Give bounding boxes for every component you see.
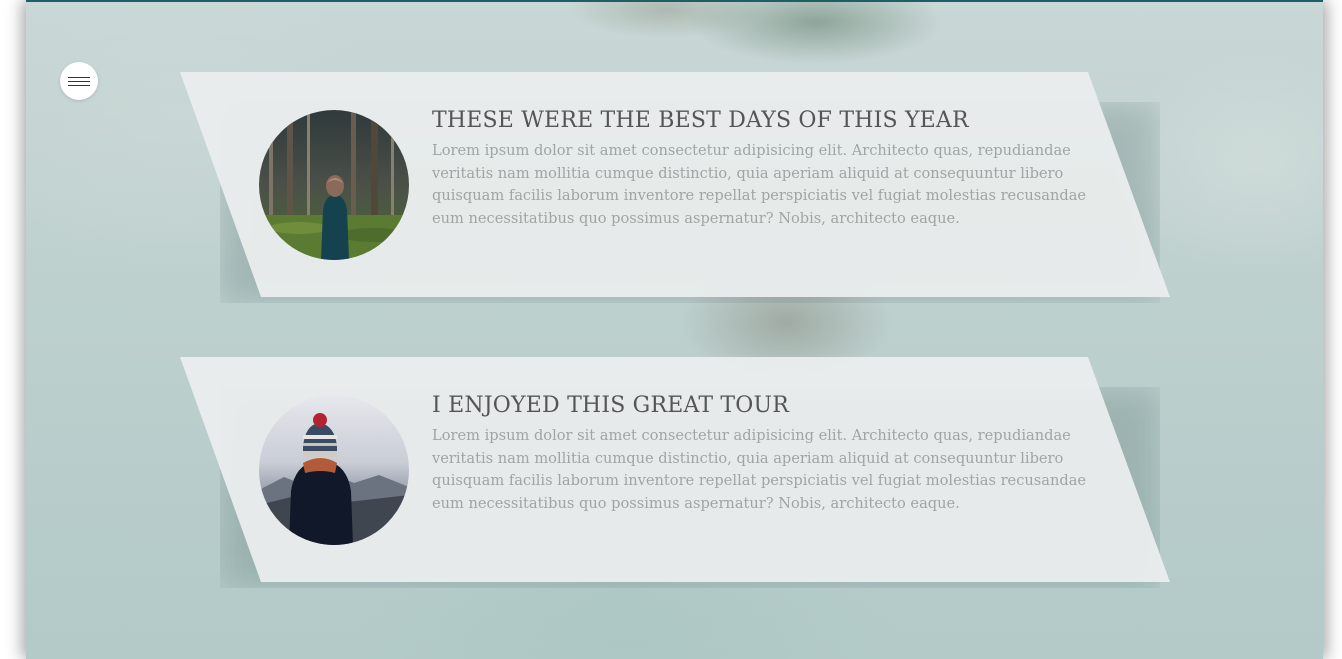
person-in-forest-photo <box>259 110 409 260</box>
post-title: THESE WERE THE BEST DAYS OF THIS YEAR <box>432 108 969 133</box>
post-card: I ENJOYED THIS GREAT TOUR Lorem ipsum do… <box>180 357 1170 588</box>
person-in-winter-hat-photo <box>259 395 409 545</box>
post-photo <box>259 395 409 545</box>
post-card: THESE WERE THE BEST DAYS OF THIS YEAR Lo… <box>180 72 1170 303</box>
post-photo <box>259 110 409 260</box>
hamburger-menu-icon <box>68 77 90 78</box>
post-text: Lorem ipsum dolor sit amet consectetur a… <box>432 427 1087 512</box>
post-title: I ENJOYED THIS GREAT TOUR <box>432 393 790 418</box>
menu-button[interactable] <box>60 62 98 100</box>
post-text: Lorem ipsum dolor sit amet consectetur a… <box>432 142 1087 227</box>
page-background: THESE WERE THE BEST DAYS OF THIS YEAR Lo… <box>26 0 1323 659</box>
